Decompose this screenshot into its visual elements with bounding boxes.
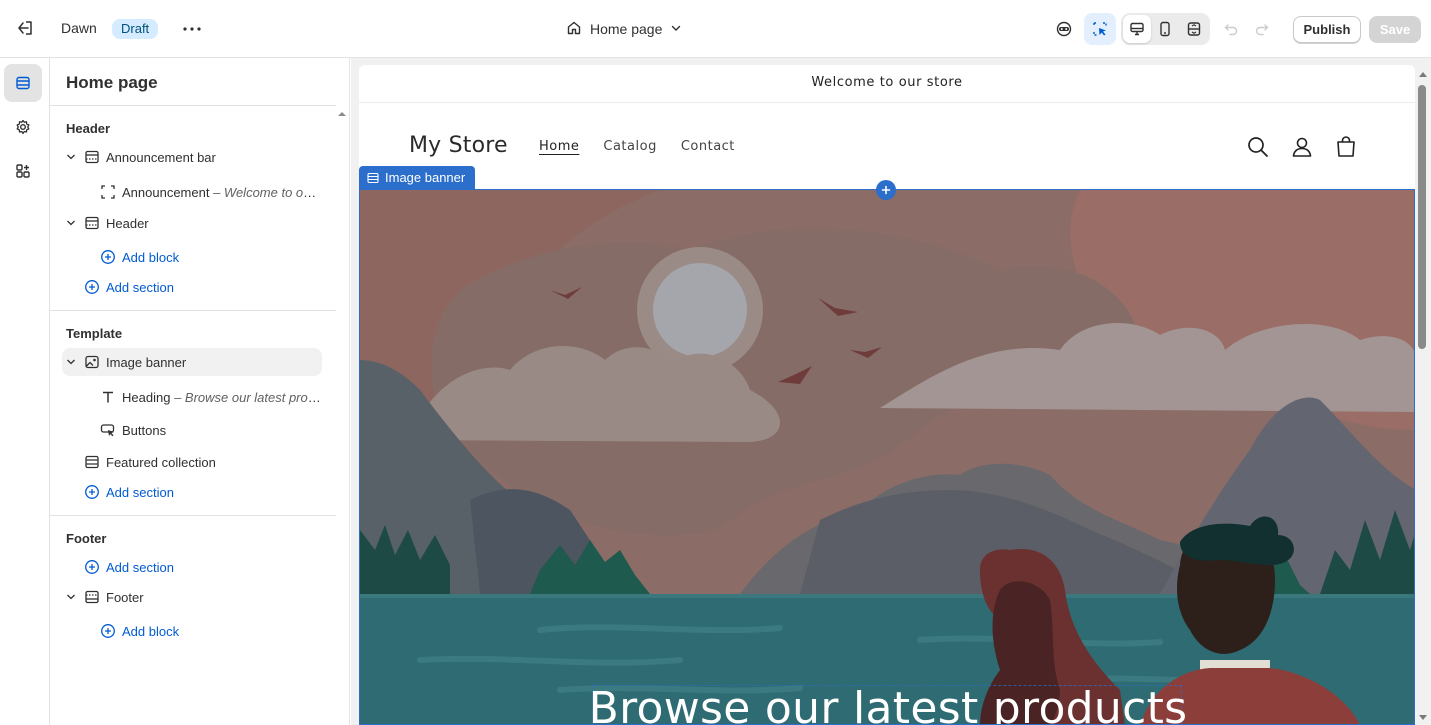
section-header[interactable]: Header: [62, 209, 322, 237]
image-banner-section[interactable]: Browse our latest products: [359, 189, 1415, 725]
add-block-label: Add block: [122, 624, 180, 639]
nav-link-home[interactable]: Home: [539, 139, 579, 154]
scroll-up-icon[interactable]: [1419, 71, 1427, 77]
block-heading[interactable]: Heading – Browse our latest products: [62, 383, 322, 411]
scroll-up-icon[interactable]: [337, 109, 347, 119]
gear-icon[interactable]: [4, 108, 42, 146]
chevron-down-icon: [670, 21, 682, 37]
divider: [50, 105, 336, 106]
section-featured-collection[interactable]: Featured collection: [62, 448, 322, 476]
block-label: Buttons: [122, 423, 167, 438]
group-label-header: Header: [66, 121, 111, 136]
button-icon: [100, 424, 115, 437]
home-icon: [566, 20, 582, 39]
desktop-icon[interactable]: [1123, 15, 1151, 43]
save-button[interactable]: Save: [1369, 16, 1421, 43]
chevron-down-icon[interactable]: [66, 152, 76, 162]
publish-button[interactable]: Publish: [1293, 16, 1361, 43]
section-announcement-bar[interactable]: Announcement bar: [62, 143, 322, 171]
add-circle-icon: [85, 560, 99, 574]
select-cursor-icon[interactable]: [1084, 13, 1116, 45]
scroll-down-icon[interactable]: [1419, 715, 1427, 721]
block-label: Announcement – Welcome to our store: [122, 185, 322, 200]
sections-sidebar: Home page Header Announcement bar Announ…: [50, 58, 350, 725]
theme-name: Dawn: [61, 20, 97, 36]
page-selector[interactable]: Home page: [566, 16, 682, 42]
mobile-icon[interactable]: [1151, 15, 1179, 43]
page-selector-label: Home page: [590, 21, 663, 37]
status-badge: Draft: [112, 19, 159, 39]
section-icon: [367, 172, 379, 183]
sections-icon[interactable]: [4, 64, 42, 102]
section-icon: [85, 455, 99, 469]
exit-icon[interactable]: [14, 17, 36, 39]
add-section-label: Add section: [106, 280, 174, 295]
chevron-down-icon[interactable]: [66, 592, 76, 602]
banner-heading[interactable]: Browse our latest products: [360, 683, 1414, 724]
add-circle-icon: [101, 250, 115, 264]
section-label: Announcement bar: [106, 150, 216, 165]
device-toggle: [1121, 13, 1210, 45]
undo-icon[interactable]: [1215, 13, 1247, 45]
selected-section-label: Image banner: [385, 170, 466, 185]
store-nav: Home Catalog Contact: [539, 139, 735, 154]
redo-icon[interactable]: [1246, 13, 1278, 45]
preview-scrollbar[interactable]: [1415, 65, 1431, 725]
section-label: Featured collection: [106, 455, 216, 470]
chevron-down-icon[interactable]: [66, 357, 76, 367]
selected-section-tag[interactable]: Image banner: [359, 166, 476, 189]
account-icon[interactable]: [1289, 134, 1315, 160]
add-section-label: Add section: [106, 560, 174, 575]
banner-illustration: [360, 190, 1414, 724]
chevron-down-icon[interactable]: [66, 218, 76, 228]
block-label: Heading – Browse our latest products: [122, 390, 322, 405]
sidebar-title: Home page: [66, 73, 158, 92]
section-footer[interactable]: Footer: [62, 583, 322, 611]
top-bar: Dawn Draft Home page Publish Save: [0, 0, 1431, 58]
section-icon: [85, 590, 99, 604]
section-icon: [85, 216, 99, 230]
section-label: Header: [106, 216, 149, 231]
block-icon: [101, 185, 115, 199]
search-icon[interactable]: [1245, 134, 1271, 160]
fullscreen-icon[interactable]: [1180, 15, 1208, 43]
add-section-label: Add section: [106, 485, 174, 500]
group-label-footer: Footer: [66, 531, 107, 546]
add-section-button[interactable]: Add section: [62, 478, 322, 506]
text-icon: [103, 391, 113, 403]
block-announcement[interactable]: Announcement – Welcome to our store: [62, 178, 322, 206]
add-block-button[interactable]: Add block: [62, 243, 322, 271]
add-block-button[interactable]: Add block: [62, 617, 322, 645]
image-icon: [85, 355, 99, 369]
inspector-icon[interactable]: [1048, 13, 1080, 45]
nav-link-contact[interactable]: Contact: [681, 139, 735, 154]
store-logo-text[interactable]: My Store: [409, 133, 508, 158]
left-rail: [0, 58, 50, 725]
section-icon: [85, 150, 99, 164]
add-section-button[interactable]: Add section: [62, 553, 322, 581]
section-label: Image banner: [106, 355, 187, 370]
add-section-button[interactable]: Add section: [62, 273, 322, 301]
add-section-plus-icon[interactable]: [876, 180, 896, 200]
group-label-template: Template: [66, 326, 123, 341]
cart-icon[interactable]: [1333, 134, 1359, 160]
divider: [50, 515, 336, 516]
add-circle-icon: [101, 624, 115, 638]
add-circle-icon: [85, 485, 99, 499]
apps-icon[interactable]: [4, 152, 42, 190]
store-preview-frame: Welcome to our store My Store Home Catal…: [359, 65, 1415, 725]
divider: [50, 310, 336, 311]
add-block-label: Add block: [122, 250, 180, 265]
section-image-banner[interactable]: Image banner: [62, 348, 322, 376]
more-icon[interactable]: [180, 18, 204, 40]
block-buttons[interactable]: Buttons: [62, 416, 322, 444]
add-circle-icon: [85, 280, 99, 294]
section-label: Footer: [106, 590, 144, 605]
scroll-thumb[interactable]: [1418, 85, 1426, 349]
nav-link-catalog[interactable]: Catalog: [603, 139, 656, 154]
announcement-bar-text[interactable]: Welcome to our store: [359, 65, 1415, 103]
